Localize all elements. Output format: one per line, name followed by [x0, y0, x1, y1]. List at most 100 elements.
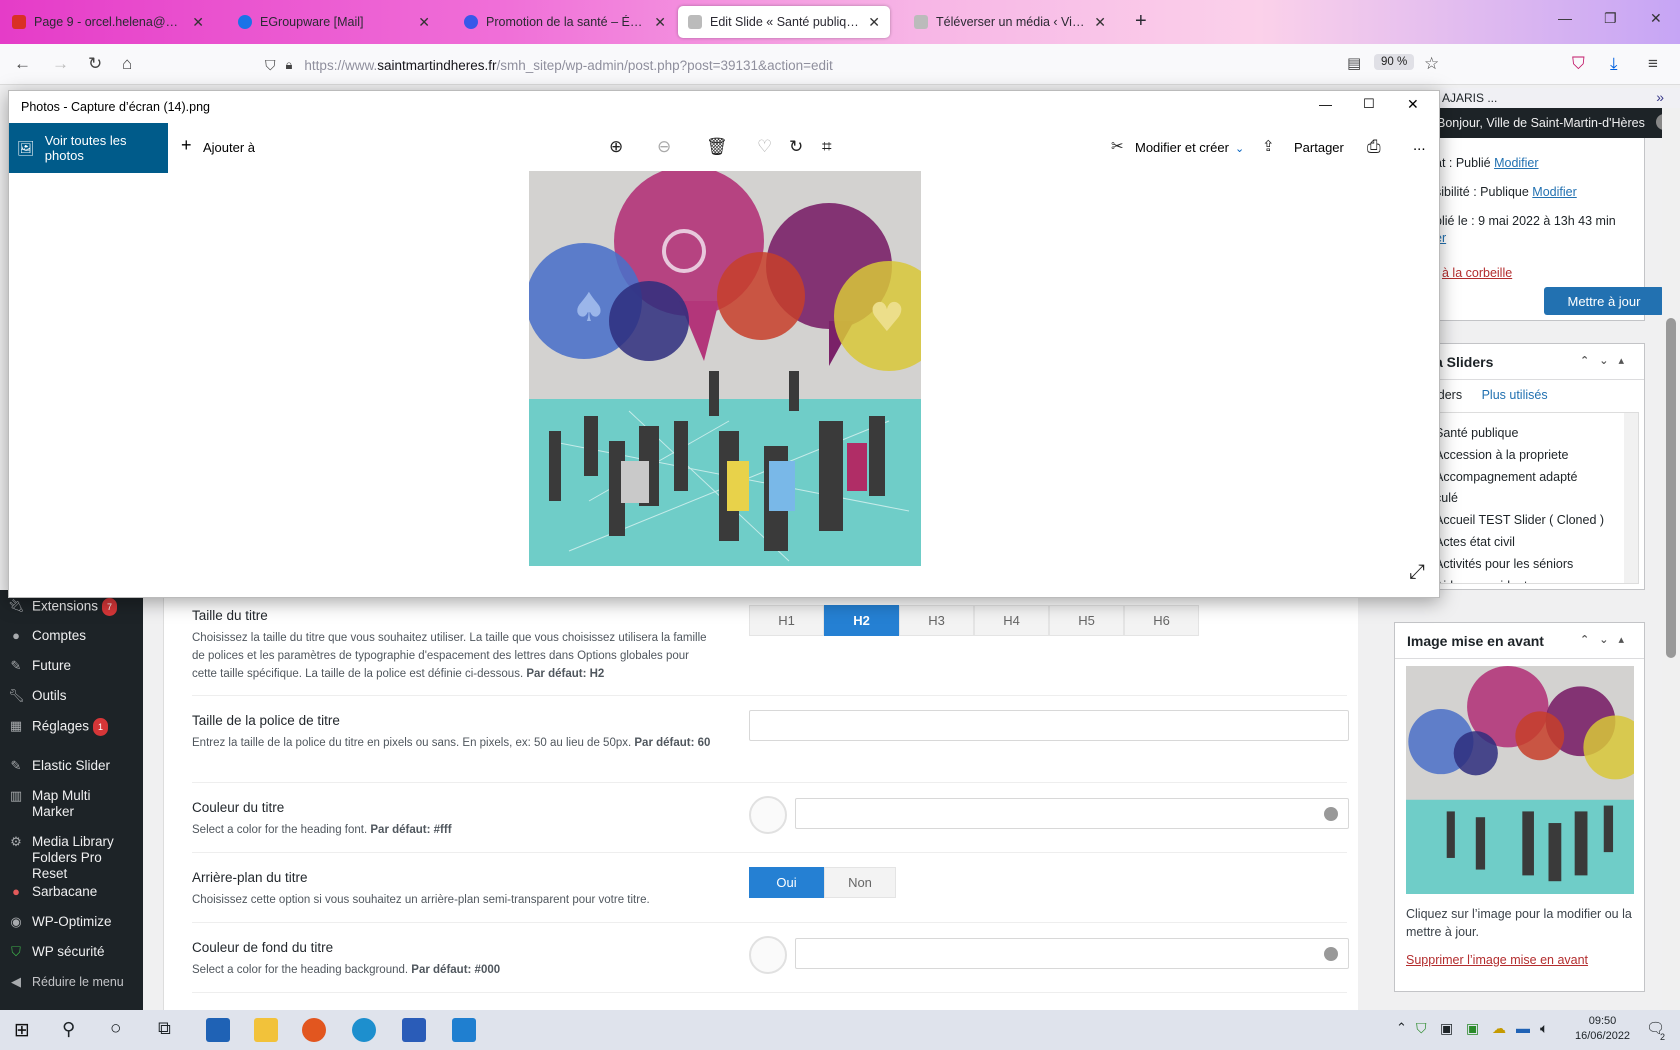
reader-view-icon[interactable]: ▤: [1347, 54, 1361, 72]
edit-create-button[interactable]: Modifier et créer: [1135, 140, 1229, 155]
list-item[interactable]: Accession à la propriete: [1435, 445, 1638, 467]
rotate-icon[interactable]: ↻: [789, 137, 803, 157]
close-window-icon[interactable]: ✕: [1650, 10, 1662, 27]
chevron-down-icon[interactable]: ⌄: [1235, 142, 1244, 155]
list-item[interactable]: Accompagnement adapté: [1435, 467, 1638, 489]
scrollbar-thumb[interactable]: [1666, 318, 1676, 658]
view-all-photos-button[interactable]: 🖼︎ Voir toutes les photos: [9, 123, 168, 173]
store-icon[interactable]: [206, 1018, 230, 1042]
title-bg-yes[interactable]: Oui: [749, 867, 824, 898]
title-bg-color-input[interactable]: [795, 938, 1349, 969]
menu-item-comptes[interactable]: ● Comptes: [0, 628, 143, 644]
menu-item-sarbacane[interactable]: ● Sarbacane: [0, 884, 143, 900]
edge-icon[interactable]: [352, 1018, 376, 1042]
shield-icon[interactable]: ⛉: [1416, 1020, 1427, 1037]
chevron-up-icon[interactable]: ⌃: [1396, 1020, 1407, 1036]
menu-item-extensions[interactable]: 🔌︎ Extensions 7: [0, 598, 143, 616]
menu-item-elastic-slider[interactable]: ✎ Elastic Slider: [0, 758, 143, 774]
close-icon[interactable]: ✕: [192, 14, 204, 31]
lock-icon[interactable]: 🔒︎: [286, 57, 293, 73]
onedrive-icon[interactable]: ▬: [1516, 1020, 1530, 1036]
home-icon[interactable]: ⌂: [122, 54, 132, 74]
bookmark-star-icon[interactable]: ☆: [1424, 54, 1439, 74]
close-icon[interactable]: ✕: [868, 14, 880, 31]
tab-egroupware[interactable]: EGroupware [Mail] ✕: [228, 6, 440, 38]
globe-icon[interactable]: [1324, 947, 1338, 961]
page-scrollbar[interactable]: [1662, 108, 1680, 1010]
h4-option[interactable]: H4: [974, 605, 1049, 636]
font-size-input[interactable]: [749, 710, 1349, 741]
minimize-icon[interactable]: —: [1319, 97, 1332, 112]
print-icon[interactable]: ⎙: [1367, 137, 1381, 157]
zoom-out-icon[interactable]: ⊖: [657, 137, 671, 157]
new-tab-button[interactable]: +: [1135, 10, 1147, 33]
network-icon[interactable]: ▣: [1440, 1020, 1453, 1037]
title-color-swatch[interactable]: [749, 796, 787, 834]
menu-item-outils[interactable]: 🔧︎ Outils: [0, 688, 143, 704]
crop-icon[interactable]: ⌗: [822, 137, 832, 157]
firefox-icon[interactable]: [302, 1018, 326, 1042]
download-icon[interactable]: ⤓: [1610, 54, 1618, 74]
list-item[interactable]: Santé publique: [1435, 423, 1638, 445]
word-icon[interactable]: [402, 1018, 426, 1042]
task-view-icon[interactable]: ⧉: [158, 1018, 171, 1039]
share-icon[interactable]: ⇪: [1262, 137, 1275, 155]
search-icon[interactable]: ⚲: [62, 1019, 75, 1040]
h3-option[interactable]: H3: [899, 605, 974, 636]
trash-icon[interactable]: 🗑︎: [706, 137, 728, 157]
maximize-icon[interactable]: ☐: [1363, 96, 1375, 112]
reload-icon[interactable]: ↻: [88, 54, 102, 74]
tab-promotion-sante[interactable]: Promotion de la santé – Écoute ✕: [454, 6, 676, 38]
menu-item-map-multi-marker[interactable]: ▥ Map Multi Marker: [0, 788, 110, 820]
tab-upload-media[interactable]: Téléverser un média ‹ Ville de Sa ✕: [904, 6, 1116, 38]
title-bg-color-swatch[interactable]: [749, 936, 787, 974]
heart-icon[interactable]: ♡: [757, 137, 772, 157]
back-icon[interactable]: ←: [14, 54, 31, 74]
close-window-icon[interactable]: ✕: [1407, 96, 1419, 113]
h2-option[interactable]: H2: [824, 605, 899, 636]
restore-icon[interactable]: ❐: [1604, 10, 1617, 27]
h5-option[interactable]: H5: [1049, 605, 1124, 636]
title-bg-no[interactable]: Non: [824, 867, 896, 898]
trash-link[interactable]: à la corbeille: [1442, 266, 1512, 280]
chevrons-right-icon[interactable]: »: [1656, 89, 1664, 105]
h1-option[interactable]: H1: [749, 605, 824, 636]
zoom-level[interactable]: 90 %: [1374, 54, 1415, 70]
box-arrows-icon[interactable]: ⌃⌄▴: [1580, 354, 1634, 367]
expand-icon[interactable]: ⤢: [1409, 561, 1425, 584]
windows-start-icon[interactable]: ⊞: [14, 1019, 30, 1042]
h6-option[interactable]: H6: [1124, 605, 1199, 636]
edit-status-link[interactable]: Modifier: [1494, 156, 1538, 170]
minimize-icon[interactable]: —: [1558, 10, 1572, 26]
list-scrollbar[interactable]: [1624, 413, 1638, 583]
file-explorer-icon[interactable]: [254, 1018, 278, 1042]
featured-image-thumbnail[interactable]: [1406, 666, 1634, 894]
box-arrows-icon[interactable]: ⌃⌄▴: [1580, 633, 1634, 646]
list-item[interactable]: Accueil TEST Slider ( Cloned ): [1435, 510, 1638, 532]
menu-item-wp-securite[interactable]: ⛉ WP sécurité: [0, 944, 143, 960]
share-button[interactable]: Partager: [1294, 140, 1344, 155]
list-item[interactable]: Aides aux aidants: [1435, 576, 1638, 583]
tab-popular[interactable]: Plus utilisés: [1482, 388, 1548, 402]
tab-edit-slide[interactable]: Edit Slide « Santé publique » ‹ V ✕: [678, 6, 890, 38]
close-icon[interactable]: ✕: [1094, 14, 1106, 31]
update-button[interactable]: Mettre à jour: [1544, 287, 1664, 315]
add-to-button[interactable]: Ajouter à: [203, 140, 255, 155]
menu-item-future[interactable]: ✎ Future: [0, 658, 143, 674]
remove-featured-image-link[interactable]: Supprimer l’image mise en avant: [1406, 953, 1588, 967]
pocket-icon[interactable]: ⛉: [1572, 54, 1585, 74]
edit-visibility-link[interactable]: Modifier: [1532, 185, 1576, 199]
list-item[interactable]: culé: [1435, 488, 1638, 510]
photos-app-icon[interactable]: [452, 1018, 476, 1042]
list-item[interactable]: Actes état civil: [1435, 532, 1638, 554]
speaker-icon[interactable]: 🔈︎: [1540, 1020, 1548, 1037]
menu-item-reglages[interactable]: ▦ Réglages 1: [0, 718, 143, 736]
cloud-icon[interactable]: ☁: [1492, 1020, 1506, 1037]
list-item[interactable]: Activités pour les séniors: [1435, 554, 1638, 576]
shield-icon[interactable]: ⛉: [265, 57, 276, 74]
forward-icon[interactable]: →: [52, 54, 69, 74]
app-tray-icon[interactable]: ▣: [1466, 1020, 1479, 1037]
menu-item-media-library[interactable]: ⚙ Media Library Folders Pro Reset: [0, 834, 138, 882]
tab-gmail[interactable]: Page 9 - orcel.helena@gmail.co ✕: [2, 6, 214, 38]
url-bar[interactable]: ⛉ 🔒︎ https://www. saintmartindheres.fr/sm…: [265, 50, 1445, 80]
